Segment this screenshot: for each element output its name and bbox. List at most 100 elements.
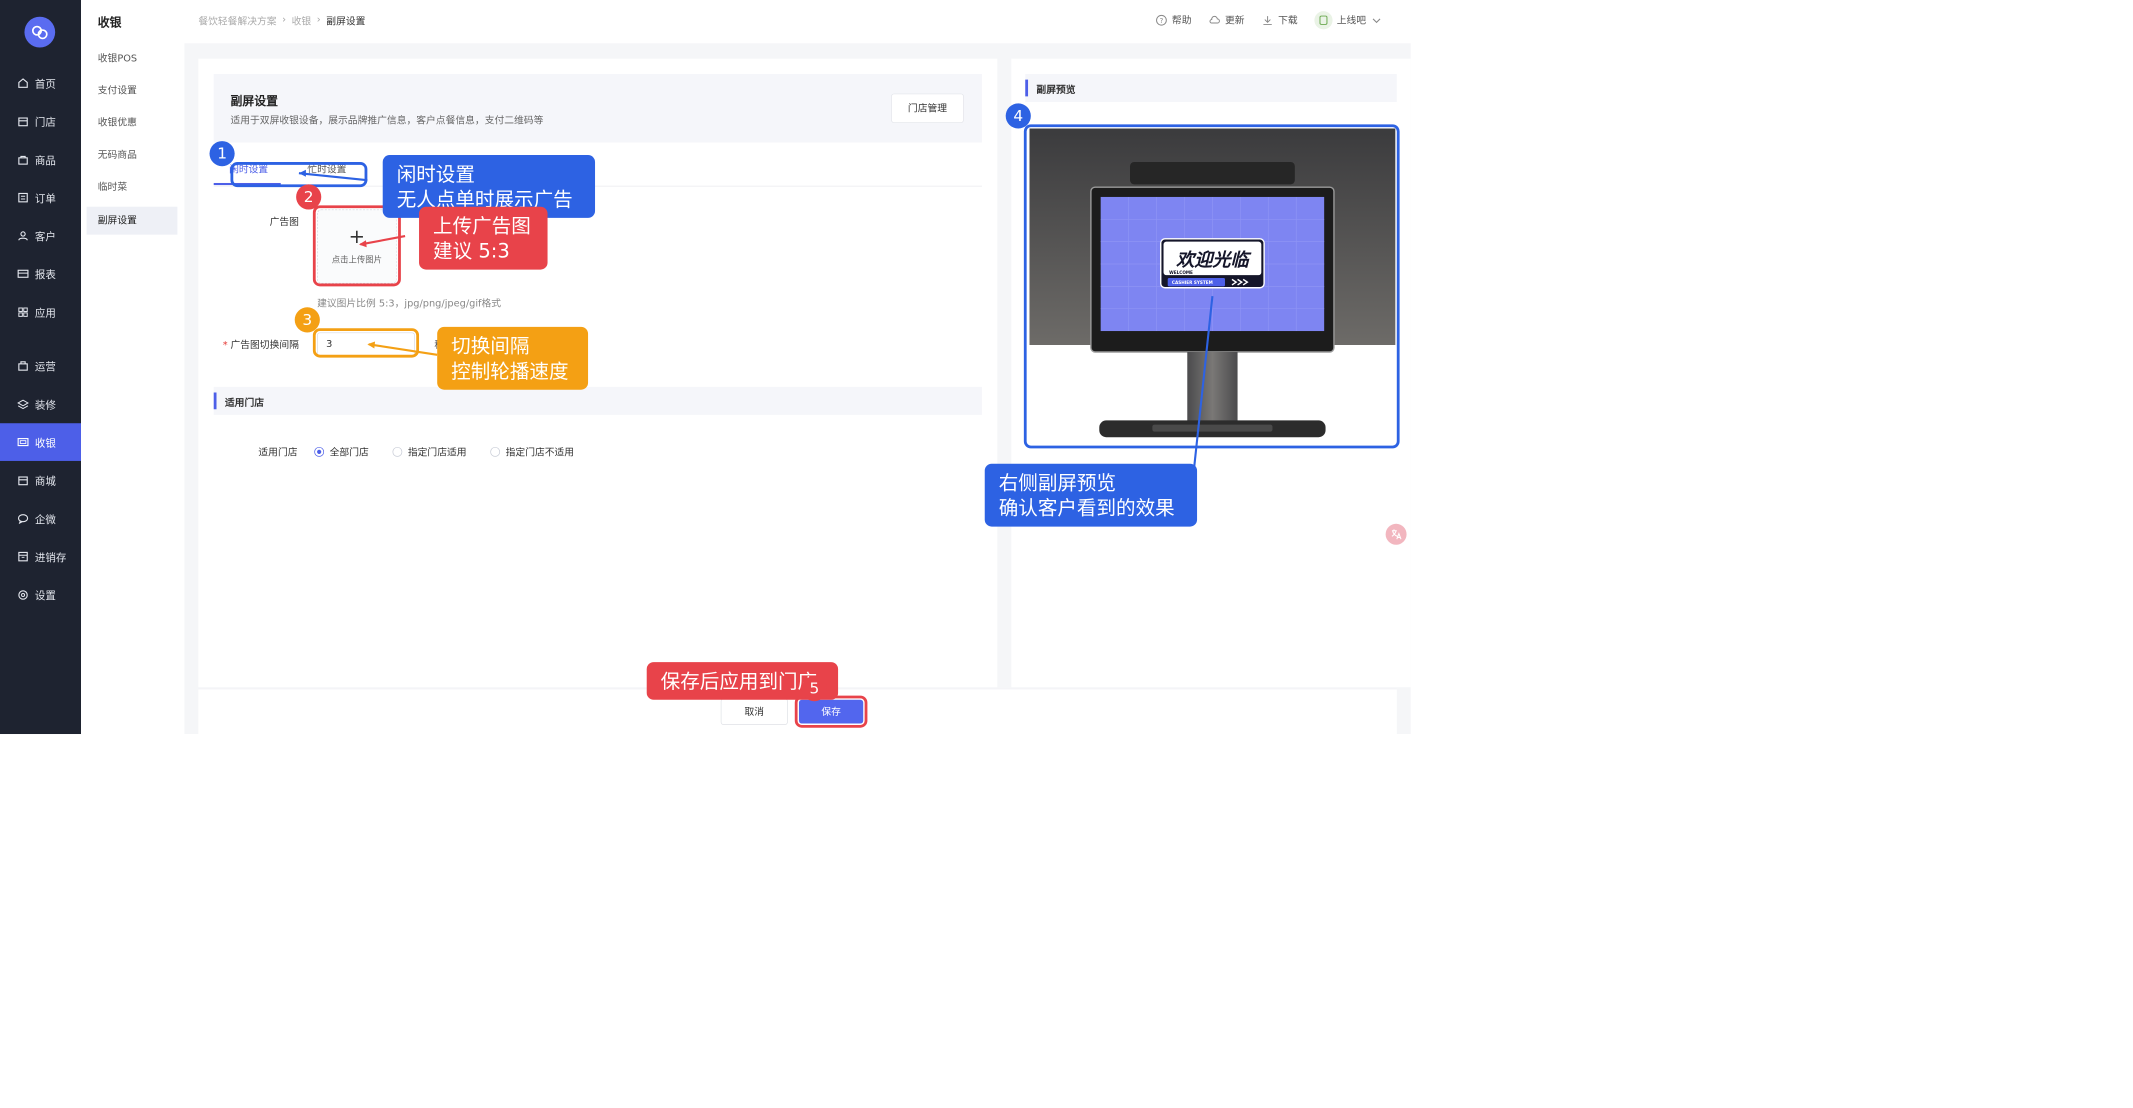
highlight-tab-frame <box>230 162 368 188</box>
sidebar-item-customer[interactable]: 客户 <box>0 217 81 255</box>
sub-navigation: 收银 收银POS 支付设置 收银优惠 无码商品 临时菜 副屏设置 <box>81 0 185 735</box>
radio-label: 指定门店不适用 <box>505 446 575 459</box>
callout-line: 保存后应用到门店 <box>660 669 818 693</box>
operate-icon <box>17 360 30 373</box>
callout-upload-ad: 上传广告图 建议 5:3 <box>419 206 548 270</box>
sidebar-item-report[interactable]: 报表 <box>0 255 81 293</box>
toolbar: ? 帮助 更新 下载 上线吧 <box>1155 11 1383 30</box>
mall-icon <box>17 474 30 487</box>
cancel-button[interactable]: 取消 <box>720 698 788 725</box>
section-accent <box>1025 79 1029 97</box>
help-icon: ? <box>1156 14 1167 26</box>
breadcrumb-separator: › <box>316 13 321 26</box>
sidebar-item-label: 订单 <box>34 191 56 205</box>
highlight-preview-frame <box>1023 124 1400 449</box>
highlight-save-frame <box>794 695 868 728</box>
avatar <box>1314 11 1333 30</box>
avatar-icon <box>1319 15 1328 25</box>
subnav-item-temp-dish[interactable]: 临时菜 <box>87 173 178 201</box>
sidebar-item-operate[interactable]: 运营 <box>0 347 81 385</box>
store-scope-radio-group: 适用门店 全部门店 指定门店适用 指定门店不适用 <box>258 445 597 459</box>
callout-interval: 切换间隔 控制轮播速度 <box>437 326 589 390</box>
step-badge-5: 5 <box>801 676 827 702</box>
sidebar-item-label: 收银 <box>34 436 56 449</box>
radio-specified-stores[interactable]: 指定门店适用 <box>392 445 467 459</box>
sidebar-item-inventory[interactable]: 进销存 <box>0 538 81 576</box>
bag-icon <box>17 154 30 167</box>
settings-icon <box>17 589 30 602</box>
subnav-item-nocode[interactable]: 无码商品 <box>87 141 178 169</box>
update-button[interactable]: 更新 <box>1208 13 1245 27</box>
sidebar-item-label: 进销存 <box>34 550 67 564</box>
radio-all-stores[interactable]: 全部门店 <box>314 445 369 459</box>
sidebar-item-settings[interactable]: 设置 <box>0 576 81 614</box>
step-badge-4: 4 <box>1005 103 1031 129</box>
sidebar-item-order[interactable]: 订单 <box>0 179 81 217</box>
translate-icon[interactable] <box>1385 523 1407 545</box>
breadcrumb-item[interactable]: 收银 <box>292 14 312 28</box>
download-button[interactable]: 下载 <box>1261 13 1298 27</box>
breadcrumb: 餐饮轻餐解决方案 › 收银 › 副屏设置 <box>198 14 365 28</box>
radio-excluded-stores[interactable]: 指定门店不适用 <box>490 445 574 459</box>
step-badge-2: 2 <box>296 184 322 210</box>
sidebar-item-apps[interactable]: 应用 <box>0 293 81 331</box>
ad-image-label: 广告图 <box>269 216 299 228</box>
sidebar-item-goods[interactable]: 商品 <box>0 141 81 179</box>
breadcrumb-item[interactable]: 餐饮轻餐解决方案 <box>198 14 276 28</box>
order-icon <box>17 191 30 204</box>
sidebar-item-wecom[interactable]: 企微 <box>0 500 81 538</box>
step-badge-1: 1 <box>209 141 235 167</box>
callout-line: 右侧副屏预览 <box>998 471 1117 495</box>
sidebar-item-home[interactable]: 首页 <box>0 64 81 102</box>
radio-indicator <box>392 446 403 457</box>
main-sidebar: 首页 门店 商品 订单 客户 报表 应用 运营 装修 收银 商城 企微 进销存 … <box>0 0 82 735</box>
subnav-item-payment[interactable]: 支付设置 <box>87 77 178 105</box>
callout-line: 上传广告图 <box>433 214 531 238</box>
subnav-item-pos[interactable]: 收银POS <box>87 45 178 73</box>
sidebar-item-label: 企微 <box>34 512 56 526</box>
stores-section-header: 适用门店 <box>213 386 982 415</box>
radio-label: 指定门店适用 <box>407 446 467 459</box>
store-manage-button[interactable]: 门店管理 <box>891 93 964 123</box>
sidebar-item-label: 报表 <box>34 267 56 281</box>
callout-line: 控制轮播速度 <box>451 359 569 383</box>
page-description: 适用于双屏收银设备，展示品牌推广信息，客户点餐信息，支付二维码等 <box>230 115 544 127</box>
step-badge-3: 3 <box>294 307 320 333</box>
preview-section-header: 副屏预览 <box>1025 74 1397 102</box>
app-logo[interactable] <box>24 16 56 48</box>
sidebar-item-cashier[interactable]: 收银 <box>0 423 82 461</box>
interval-label: * 广告图切换间隔 <box>210 337 299 351</box>
report-icon <box>17 267 30 280</box>
breadcrumb-current: 副屏设置 <box>326 16 366 28</box>
subnav-item-secondary-screen[interactable]: 副屏设置 <box>86 206 178 235</box>
sidebar-item-label: 运营 <box>34 360 56 373</box>
section-accent <box>213 392 217 410</box>
inventory-icon <box>17 550 30 563</box>
sidebar-item-mall[interactable]: 商城 <box>0 462 81 500</box>
help-button[interactable]: ? 帮助 <box>1155 13 1191 27</box>
download-label: 下载 <box>1278 15 1298 27</box>
subnav-item-discount[interactable]: 收银优惠 <box>87 109 178 137</box>
home-icon <box>17 77 30 90</box>
user-menu[interactable]: 上线吧 <box>1314 11 1382 30</box>
sidebar-item-label: 门店 <box>34 115 56 129</box>
sidebar-item-decorate[interactable]: 装修 <box>0 386 81 424</box>
logo-icon <box>31 25 48 40</box>
subnav-title: 收银 <box>97 16 122 31</box>
radio-indicator <box>490 446 501 457</box>
sidebar-item-label: 商品 <box>34 153 56 167</box>
user-name: 上线吧 <box>1336 15 1367 27</box>
breadcrumb-separator: › <box>282 13 287 26</box>
sidebar-item-store[interactable]: 门店 <box>0 103 81 141</box>
cloud-icon <box>1209 15 1220 24</box>
highlight-interval-frame <box>312 328 420 358</box>
cashier-icon <box>17 436 30 449</box>
radio-label: 全部门店 <box>329 446 369 459</box>
chat-icon <box>17 513 30 526</box>
sidebar-item-label: 设置 <box>34 589 56 602</box>
callout-preview: 右侧副屏预览 确认客户看到的效果 <box>984 463 1198 527</box>
stores-section-title: 适用门店 <box>224 397 264 409</box>
top-bar: 餐饮轻餐解决方案 › 收银 › 副屏设置 ? 帮助 更新 下载 上线吧 <box>184 0 1411 44</box>
update-label: 更新 <box>1224 15 1245 27</box>
layers-icon <box>17 398 30 411</box>
